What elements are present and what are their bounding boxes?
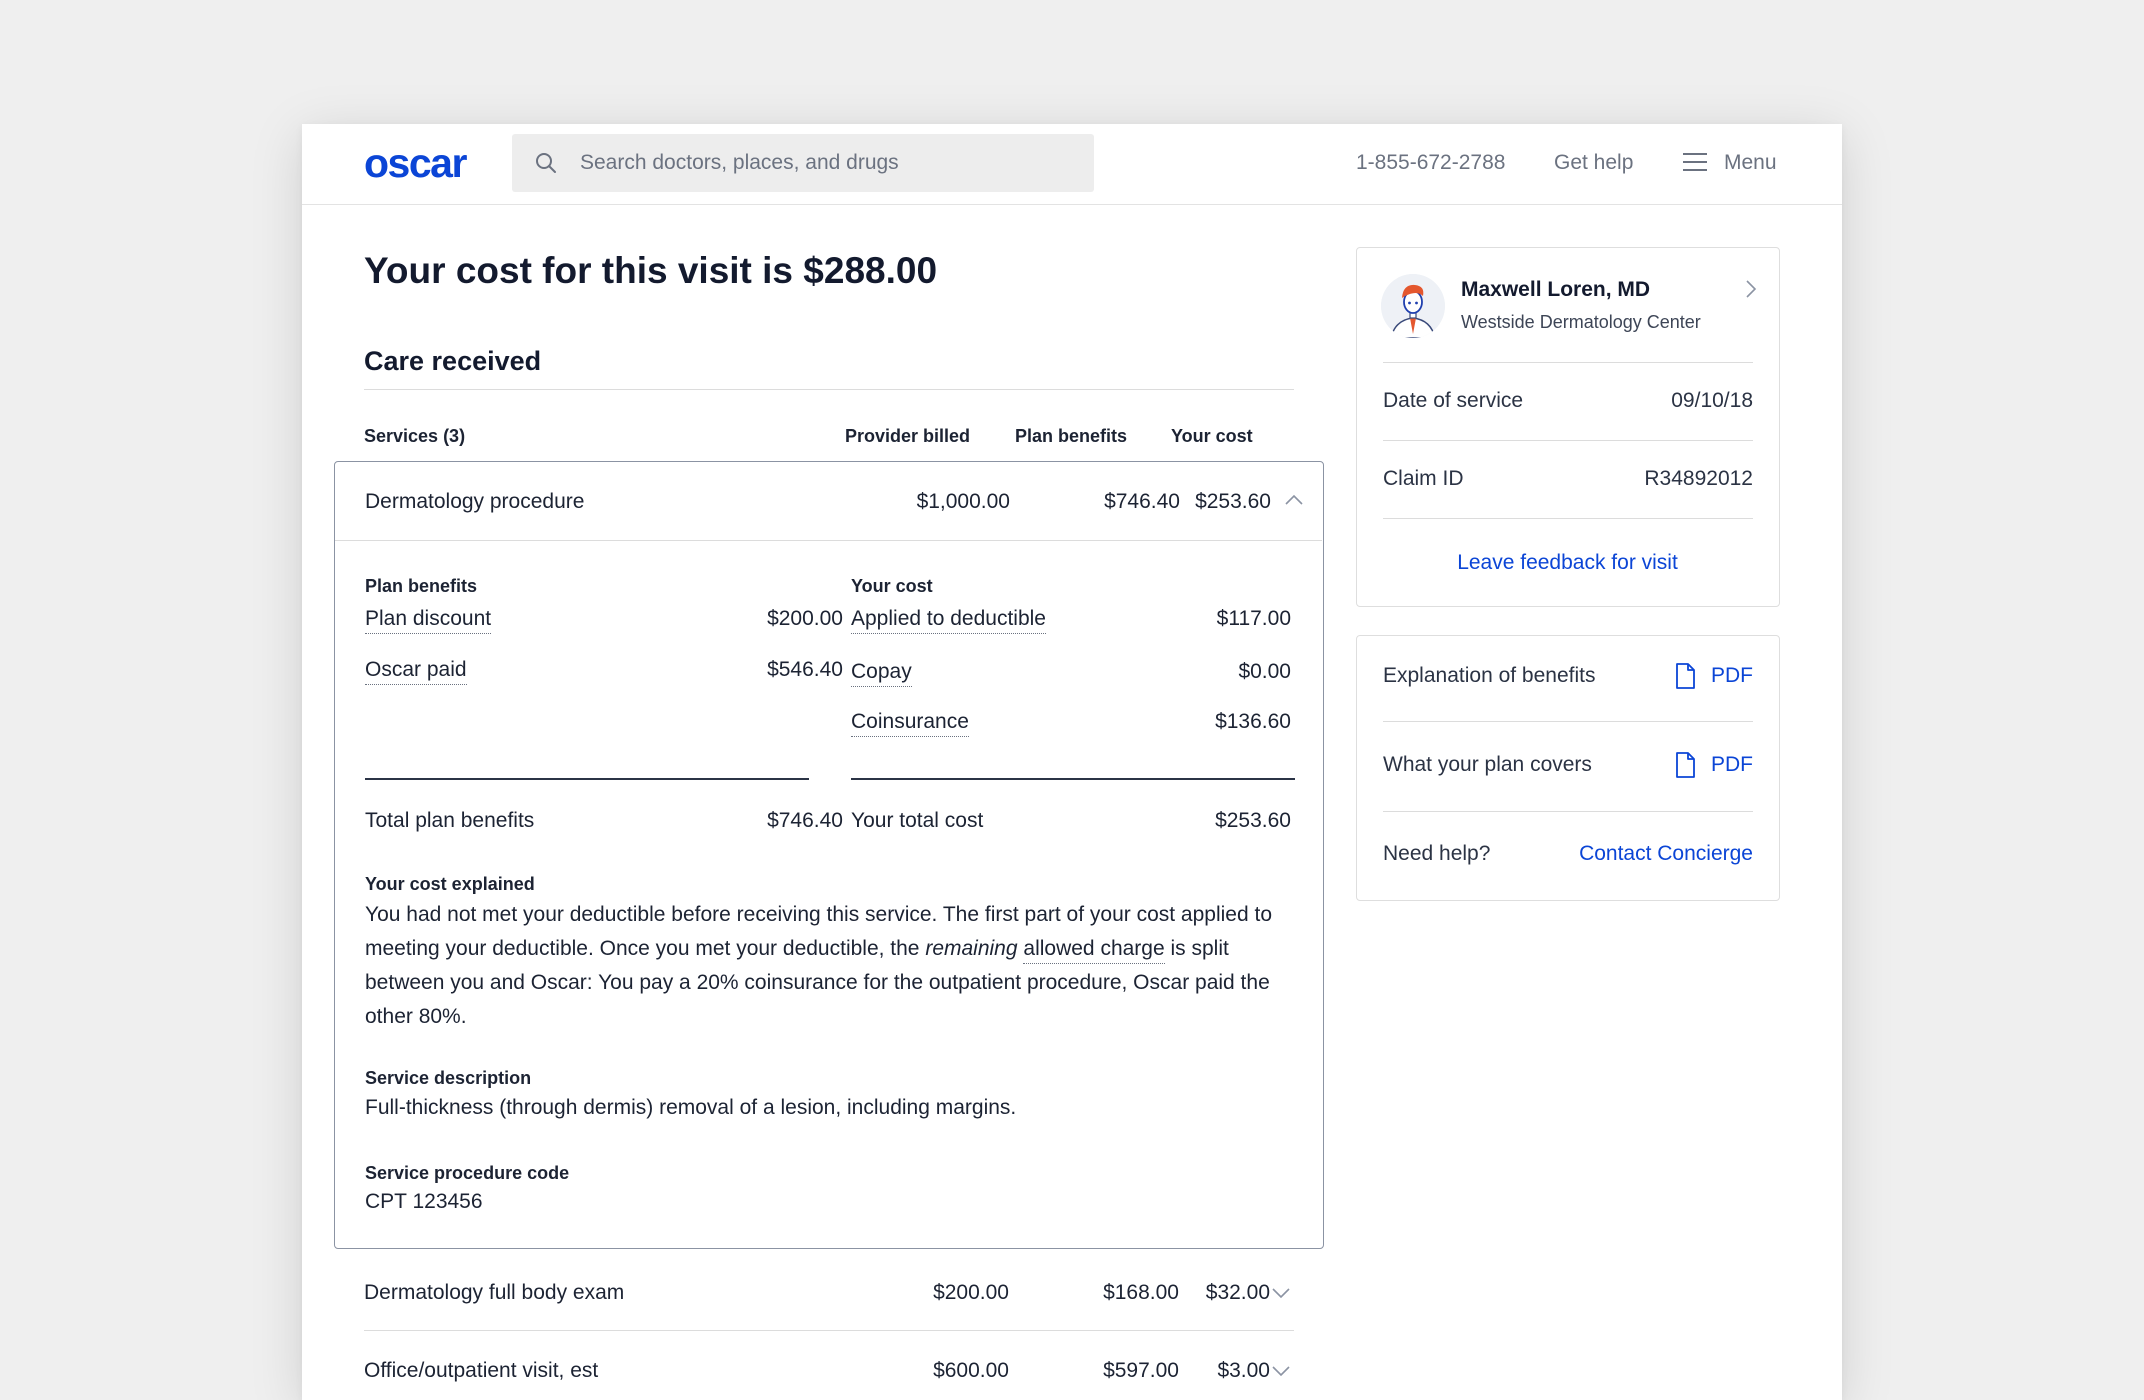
documents-card: Explanation of benefits PDF What your pl… <box>1356 635 1780 901</box>
document-icon <box>1676 752 1695 778</box>
plan-benefits-value: $746.40 <box>1104 490 1180 513</box>
plan-benefits-column-header: Plan benefits <box>1015 426 1128 446</box>
copay-term[interactable]: Copay <box>851 660 912 687</box>
cost-explanation-text: You had not met your deductible before r… <box>365 903 1273 1028</box>
divider <box>1383 811 1753 812</box>
divider <box>1383 362 1753 363</box>
coinsurance-term[interactable]: Coinsurance <box>851 710 969 737</box>
plan-discount-value: $200.00 <box>767 607 843 630</box>
procedure-code-text: CPT 123456 <box>365 1190 483 1213</box>
app-window: oscar Search doctors, places, and drugs … <box>302 124 1842 1400</box>
document-icon <box>1676 663 1695 689</box>
service-name: Dermatology procedure <box>365 490 585 513</box>
oscar-paid-term[interactable]: Oscar paid <box>365 658 467 685</box>
search-icon <box>536 153 556 173</box>
your-total-cost-label: Your total cost <box>851 809 984 832</box>
chevron-down-icon[interactable] <box>1272 1365 1290 1377</box>
menu-label: Menu <box>1724 151 1777 174</box>
service-description-heading: Service description <box>365 1068 532 1088</box>
chevron-up-icon[interactable] <box>1285 494 1303 506</box>
divider <box>365 778 809 780</box>
allowed-charge-term[interactable]: allowed charge <box>1023 937 1165 964</box>
divider <box>1383 518 1753 519</box>
explanation-of-benefits-label: Explanation of benefits <box>1383 664 1596 687</box>
doctor-practice: Westside Dermatology Center <box>1461 312 1701 332</box>
service-description-text: Full-thickness (through dermis) removal … <box>365 1096 1017 1119</box>
plan-benefits-value: $597.00 <box>1103 1359 1179 1382</box>
plan-covers-label: What your plan covers <box>1383 753 1592 776</box>
your-total-cost-value: $253.60 <box>1215 809 1291 832</box>
your-cost-value: $32.00 <box>1205 1281 1270 1304</box>
phone-number-link[interactable]: 1-855-672-2788 <box>1356 151 1505 175</box>
your-cost-column-header: Your cost <box>1171 426 1253 446</box>
plan-benefits-subheading: Plan benefits <box>365 576 478 596</box>
provider-billed-value: $600.00 <box>933 1359 1009 1382</box>
eob-pdf-label: PDF <box>1711 664 1753 687</box>
chevron-down-icon[interactable] <box>1272 1287 1290 1299</box>
claim-id-value: R34892012 <box>1644 467 1753 490</box>
plan-covers-pdf-label: PDF <box>1711 753 1753 776</box>
total-plan-benefits-value: $746.40 <box>767 809 843 832</box>
date-of-service-label: Date of service <box>1383 389 1524 412</box>
divider <box>364 389 1294 390</box>
coinsurance-value: $136.60 <box>1215 710 1291 733</box>
applied-to-deductible-term[interactable]: Applied to deductible <box>851 607 1046 634</box>
divider <box>364 1330 1294 1331</box>
divider <box>1383 721 1753 722</box>
page-title: Your cost for this visit is $288.00 <box>364 250 938 291</box>
contact-concierge-link[interactable]: Contact Concierge <box>1579 842 1753 866</box>
search-placeholder: Search doctors, places, and drugs <box>580 151 899 174</box>
care-received-heading: Care received <box>364 346 542 376</box>
divider <box>335 540 1322 541</box>
your-cost-value: $253.60 <box>1195 490 1271 513</box>
divider <box>851 778 1295 780</box>
copay-value: $0.00 <box>1238 660 1291 683</box>
applied-to-deductible-value: $117.00 <box>1216 607 1291 630</box>
services-column-header: Services (3) <box>364 426 466 446</box>
doctor-name: Maxwell Loren, MD <box>1461 278 1651 301</box>
total-plan-benefits-label: Total plan benefits <box>365 809 535 832</box>
oscar-logo[interactable]: oscar <box>364 140 467 187</box>
top-navigation-bar: oscar Search doctors, places, and drugs … <box>302 124 1842 205</box>
get-help-link[interactable]: Get help <box>1554 151 1633 175</box>
date-of-service-value: 09/10/18 <box>1671 389 1753 412</box>
cost-explained-heading: Your cost explained <box>365 874 535 894</box>
your-cost-value: $3.00 <box>1217 1359 1270 1382</box>
divider <box>1383 440 1753 441</box>
plan-benefits-value: $168.00 <box>1103 1281 1179 1304</box>
oscar-paid-value: $546.40 <box>767 658 843 681</box>
doctor-avatar <box>1381 274 1445 338</box>
service-name: Office/outpatient visit, est <box>364 1359 599 1382</box>
claim-summary-card: Maxwell Loren, MD Westside Dermatology C… <box>1356 247 1780 607</box>
chevron-right-icon <box>1746 280 1757 298</box>
search-input[interactable]: Search doctors, places, and drugs <box>512 134 1094 192</box>
provider-billed-column-header: Provider billed <box>845 426 971 446</box>
menu-icon <box>1683 153 1707 171</box>
provider-billed-value: $1,000.00 <box>916 490 1010 513</box>
claim-id-label: Claim ID <box>1383 467 1464 490</box>
need-help-label: Need help? <box>1383 842 1491 865</box>
service-detail-card: Dermatology procedure $1,000.00 $746.40 … <box>334 461 1324 1249</box>
your-cost-subheading: Your cost <box>851 576 933 596</box>
leave-feedback-link[interactable]: Leave feedback for visit <box>1357 551 1778 575</box>
service-name: Dermatology full body exam <box>364 1281 625 1304</box>
provider-billed-value: $200.00 <box>933 1281 1009 1304</box>
plan-discount-term[interactable]: Plan discount <box>365 607 492 634</box>
procedure-code-heading: Service procedure code <box>365 1163 570 1183</box>
